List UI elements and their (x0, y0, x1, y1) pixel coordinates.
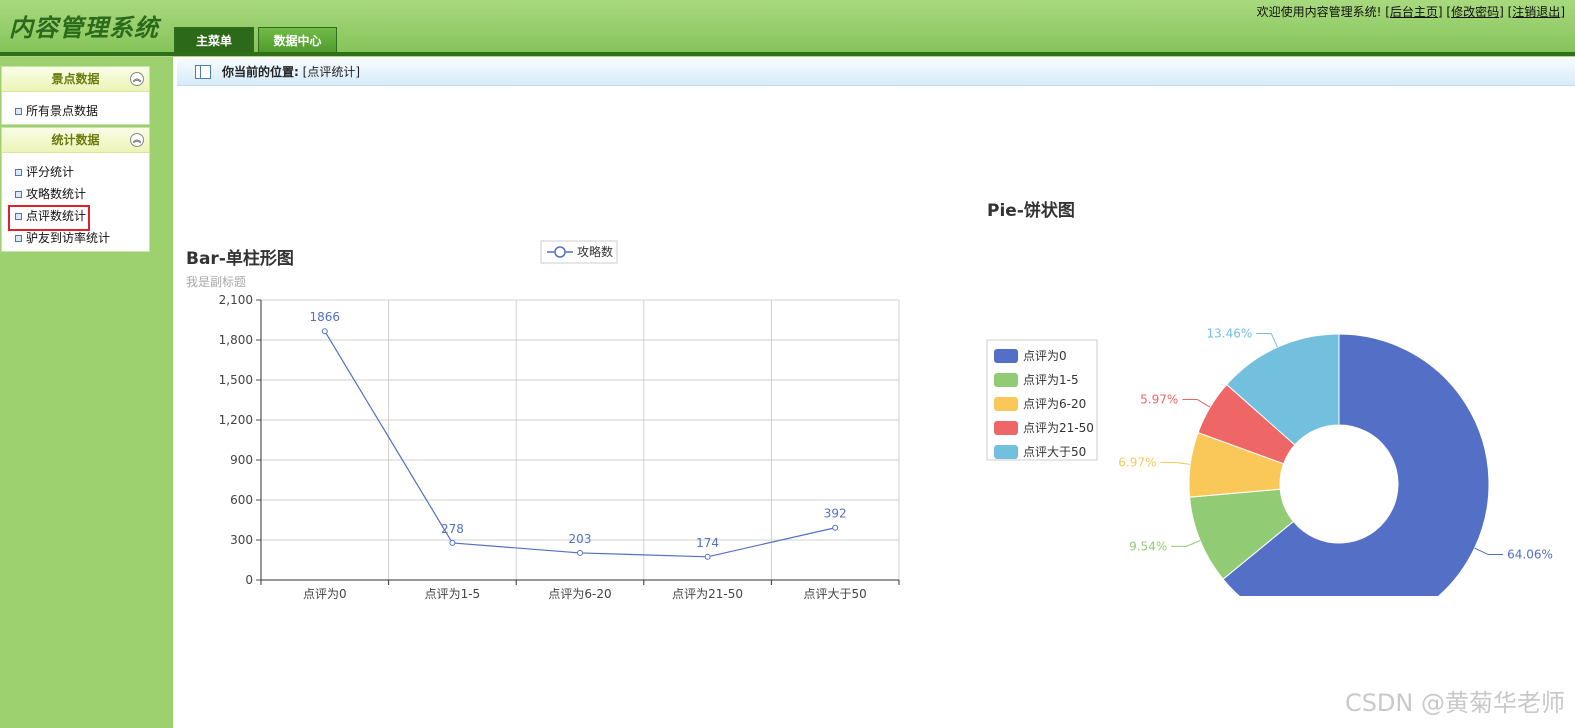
x-tick-label: 点评为1-5 (425, 587, 481, 601)
panel-statistics: 统计数据 ︽ 评分统计 攻略数统计 点评数统计 驴友到访率统计 (1, 127, 150, 252)
legend-label: 点评为21-50 (1023, 421, 1094, 435)
legend-label: 点评为1-5 (1023, 373, 1079, 387)
sidebar-item-visit-rate-stats[interactable]: 驴友到访率统计 (2, 227, 149, 249)
y-tick-label: 1,500 (219, 373, 253, 387)
sidebar-item-label: 点评数统计 (26, 209, 87, 223)
breadcrumb-label: 你当前的位置: (222, 65, 299, 79)
y-tick-label: 1,200 (219, 413, 253, 427)
label-leader-line (1171, 540, 1201, 547)
label-leader-line (1474, 547, 1504, 556)
slice-label: 64.06% (1507, 548, 1553, 562)
breadcrumb: 你当前的位置: [点评统计] (177, 59, 1575, 86)
sidebar-item-all-scenic[interactable]: 所有景点数据 (2, 100, 149, 122)
data-label: 278 (441, 522, 464, 536)
data-point (321, 328, 328, 335)
sidebar-item-label: 评分统计 (26, 165, 75, 179)
legend-label: 点评大于50 (1023, 445, 1086, 459)
bullet-icon (15, 191, 22, 198)
x-tick-label: 点评为0 (303, 587, 347, 601)
y-tick-label: 0 (245, 573, 253, 587)
welcome-text: 欢迎使用内容管理系统! (1256, 5, 1382, 19)
x-tick-label: 点评为21-50 (672, 587, 743, 601)
watermark: CSDN @黄菊华老师 (1344, 689, 1565, 717)
panel-title: 景点数据 (51, 72, 100, 86)
sidebar: 景点数据 ︽ 所有景点数据 统计数据 ︽ 评分统计 攻略数统计 点评数统计 驴友… (0, 57, 173, 728)
legend-swatch (994, 397, 1018, 411)
legend-label: 点评为6-20 (1023, 397, 1086, 411)
sidebar-item-guide-stats[interactable]: 攻略数统计 (2, 183, 149, 205)
x-tick-label: 点评大于50 (804, 587, 867, 601)
sidebar-item-label: 驴友到访率统计 (26, 231, 111, 245)
app-logo: 内容管理系统 (9, 13, 159, 42)
data-label: 203 (569, 532, 592, 546)
slice-label: 9.54% (1129, 539, 1167, 553)
panel-scenic-data: 景点数据 ︽ 所有景点数据 (1, 66, 150, 125)
collapse-icon[interactable]: ︽ (130, 133, 144, 147)
window-icon (195, 65, 211, 79)
pie-chart-title: Pie-饼状图 (987, 201, 1075, 221)
line-chart: 攻略数 0 300 600 900 1,200 1,500 1,800 2,100 点评为0 点评为… (219, 240, 900, 601)
y-tick-label: 1,800 (219, 333, 253, 347)
bullet-icon (15, 108, 22, 115)
legend-label: 点评为0 (1023, 349, 1067, 363)
sidebar-item-rating-stats[interactable]: 评分统计 (2, 161, 149, 183)
bullet-icon (15, 213, 22, 220)
top-links: 欢迎使用内容管理系统! [后台主页] [修改密码] [注销退出] (1256, 5, 1565, 19)
data-label: 1866 (310, 310, 341, 324)
panel-title: 统计数据 (51, 133, 100, 147)
data-point (577, 549, 583, 556)
y-tick-label: 900 (230, 453, 253, 467)
y-tick-label: 2,100 (219, 293, 253, 307)
main-content: Bar-单柱形图 我是副标题 攻略数 0 300 600 900 1,200 1,500 1,… (177, 86, 1575, 728)
collapse-icon[interactable]: ︽ (130, 72, 144, 86)
slice-label: 13.46% (1207, 327, 1253, 341)
legend-label: 攻略数 (577, 244, 613, 259)
pie-legend: 点评为0 点评为1-5 点评为6-20 点评为21-50 点评大于50 (986, 339, 1098, 461)
y-tick-label: 600 (230, 493, 253, 507)
home-link[interactable]: 后台主页 (1390, 5, 1438, 19)
tab-main-menu[interactable]: 主菜单 (174, 27, 254, 53)
breadcrumb-value: [点评统计] (302, 65, 361, 79)
data-point (704, 553, 711, 560)
data-point (449, 539, 456, 546)
legend-swatch (994, 421, 1018, 435)
y-tick-label: 300 (230, 533, 253, 547)
panel-header[interactable]: 景点数据 ︽ (2, 67, 149, 92)
panel-header[interactable]: 统计数据 ︽ (2, 128, 149, 153)
bullet-icon (15, 235, 22, 242)
tab-data-center[interactable]: 数据中心 (258, 27, 337, 53)
bullet-icon (15, 169, 22, 176)
legend-swatch (994, 445, 1018, 459)
change-password-link[interactable]: 修改密码 (1451, 5, 1499, 19)
chart-legend: 攻略数 (540, 240, 618, 264)
logout-link[interactable]: 注销退出 (1512, 5, 1560, 19)
sidebar-item-label: 攻略数统计 (26, 187, 87, 201)
sidebar-item-label: 所有景点数据 (26, 104, 99, 118)
label-leader-line (1256, 333, 1278, 348)
data-label: 174 (696, 536, 719, 550)
data-label: 392 (824, 507, 847, 521)
pie-chart: 点评为0 点评为1-5 点评为6-20 点评为21-50 点评大于50 64.06% 9.5… (986, 327, 1553, 596)
label-leader-line (1182, 399, 1211, 408)
legend-swatch (994, 349, 1018, 363)
x-tick-label: 点评为6-20 (548, 587, 611, 601)
sidebar-item-review-stats[interactable]: 点评数统计 (2, 205, 149, 231)
data-point (832, 524, 839, 531)
slice-label: 5.97% (1140, 393, 1178, 407)
slice-label: 6.97% (1118, 455, 1156, 469)
legend-marker (554, 246, 566, 258)
top-header: 内容管理系统 主菜单 数据中心 欢迎使用内容管理系统! [后台主页] [修改密码… (0, 0, 1575, 53)
series-line (324, 330, 836, 558)
legend-swatch (994, 373, 1018, 387)
label-leader-line (1160, 461, 1191, 465)
header-divider-light (0, 56, 1575, 57)
